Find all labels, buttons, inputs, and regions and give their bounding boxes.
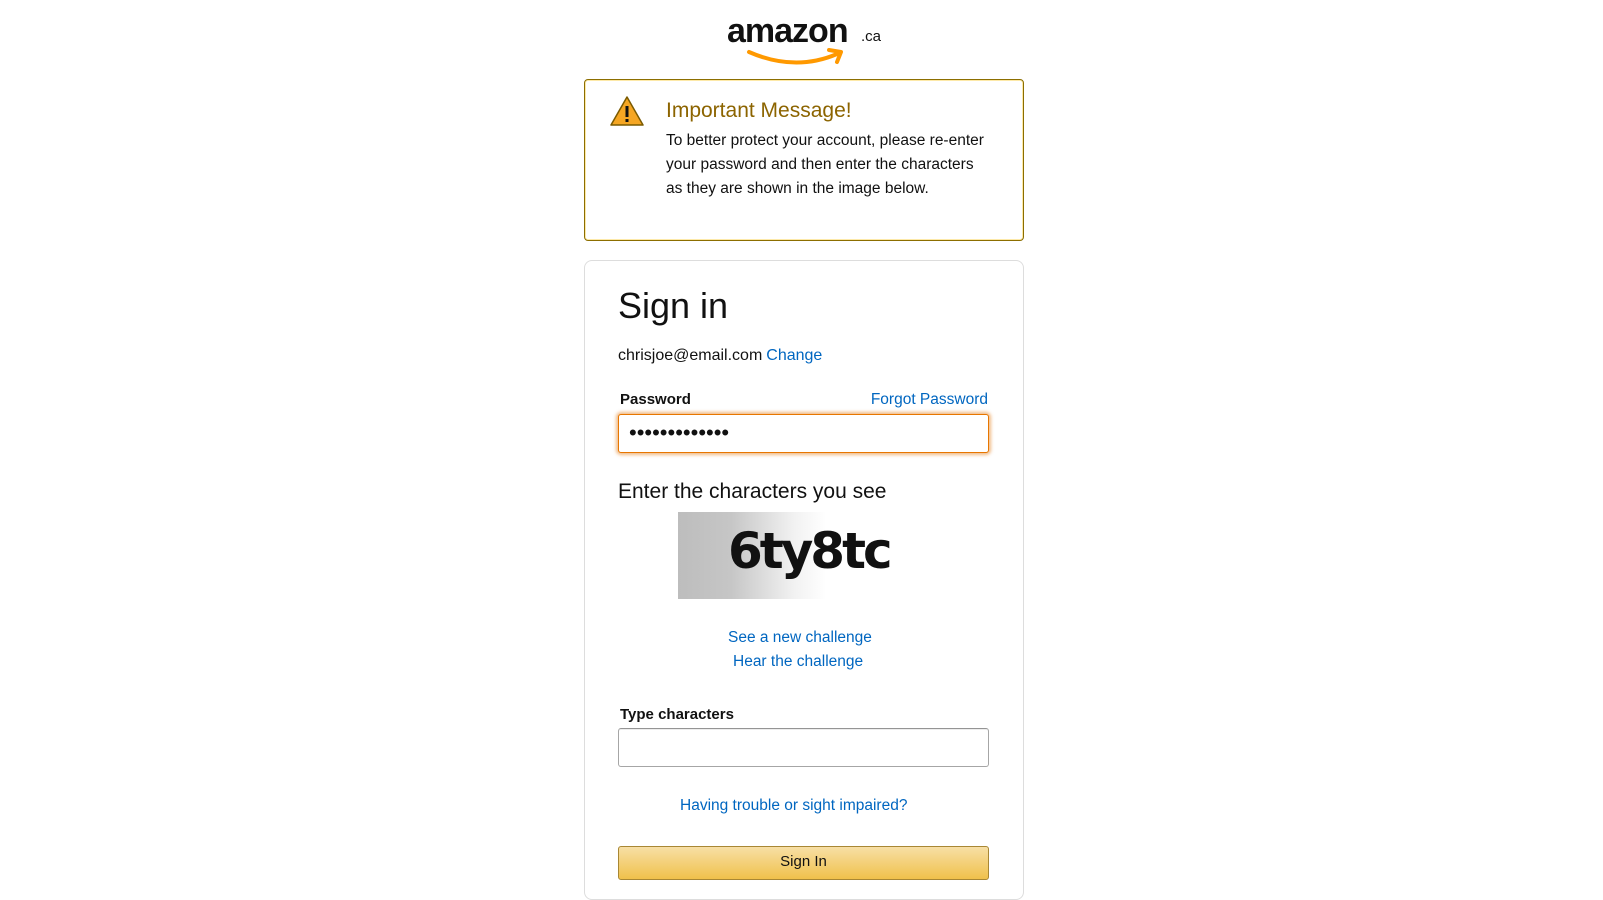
- logo-wordmark: amazon: [727, 12, 849, 50]
- captcha-input[interactable]: [618, 728, 989, 767]
- trouble-link[interactable]: Having trouble or sight impaired?: [680, 797, 907, 815]
- page-title: Sign in: [618, 285, 729, 326]
- password-label: Password: [620, 391, 691, 408]
- new-challenge-link[interactable]: See a new challenge: [728, 629, 872, 647]
- smile-arrow-icon: [747, 48, 843, 65]
- password-input[interactable]: •••••••••••••: [618, 414, 989, 453]
- captcha-heading: Enter the characters you see: [618, 480, 887, 503]
- sign-in-button[interactable]: Sign In: [618, 846, 989, 880]
- alert-title: Important Message!: [666, 99, 852, 122]
- forgot-password-link[interactable]: Forgot Password: [871, 391, 988, 409]
- warning-triangle-icon: [610, 96, 644, 126]
- captcha-text: 6ty8tc: [728, 522, 893, 580]
- amazon-logo[interactable]: amazon .ca: [727, 12, 887, 65]
- alert-body: To better protect your account, please r…: [666, 132, 984, 197]
- account-email: chrisjoe@email.com: [618, 347, 763, 364]
- important-message-alert: Important Message! To better protect you…: [584, 79, 1024, 241]
- type-characters-label: Type characters: [620, 706, 734, 723]
- change-email-link[interactable]: Change: [766, 347, 822, 364]
- account-email-row: chrisjoe@email.com Change: [618, 347, 822, 365]
- logo-tld: .ca: [861, 28, 882, 45]
- hear-challenge-link[interactable]: Hear the challenge: [733, 653, 863, 671]
- captcha-image: 6ty8tc: [678, 512, 893, 599]
